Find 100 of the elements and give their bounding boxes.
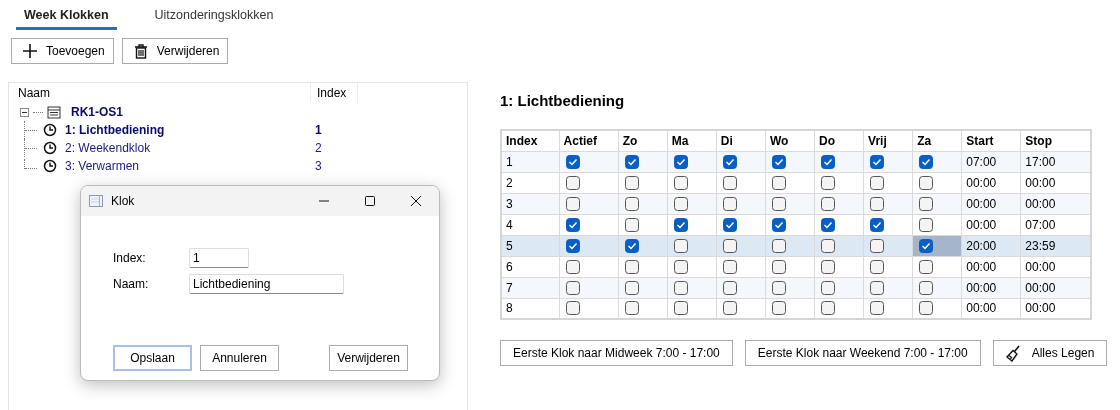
checkbox[interactable] [821,154,835,169]
checkbox[interactable] [624,217,639,232]
input-field[interactable]: Lichtbediening [189,274,344,294]
checkbox[interactable] [919,217,934,232]
checkbox[interactable] [673,196,688,211]
column-header: Ma [667,130,717,151]
checkbox[interactable] [821,238,835,253]
checkbox[interactable] [919,154,934,169]
table-cell: 00:00 [961,256,1021,277]
checkbox[interactable] [624,259,639,274]
checkbox[interactable] [821,301,835,316]
tab[interactable]: Uitzonderingsklokken [146,6,282,30]
checkbox[interactable] [919,238,934,253]
checkbox[interactable] [673,259,688,274]
checkbox[interactable] [919,280,934,295]
column-header: Wo [765,130,815,151]
checkbox[interactable] [722,196,737,211]
checkbox[interactable] [771,280,786,295]
preset-button[interactable]: Eerste Klok naar Weekend 7:00 - 17:00 [744,340,981,366]
checkbox[interactable] [673,154,688,169]
checkbox[interactable] [673,175,688,190]
input-field[interactable]: 1 [189,248,249,268]
checkbox[interactable] [565,280,580,295]
tree-item[interactable]: 2: Weekendklok [65,141,151,155]
dialog-button[interactable]: Verwijderen [329,345,408,371]
column-header: Index [501,130,560,151]
checkbox[interactable] [624,301,639,316]
column-header: Start [961,130,1021,151]
checkbox[interactable] [722,259,737,274]
tree-node[interactable]: RK1-OS1 [71,105,123,119]
checkbox[interactable] [771,301,786,316]
checkbox[interactable] [771,196,786,211]
checkbox[interactable] [624,196,639,211]
checkbox[interactable] [565,175,580,190]
checkbox[interactable] [870,259,885,274]
checkbox[interactable] [722,154,737,169]
checkbox[interactable] [870,238,885,253]
checkbox[interactable] [722,217,737,232]
checkbox[interactable] [919,196,934,211]
dialog-button[interactable]: Annuleren [200,345,279,371]
checkbox[interactable] [771,154,786,169]
checkbox[interactable] [870,196,885,211]
checkbox[interactable] [624,154,639,169]
checkbox[interactable] [565,217,580,232]
maximize-icon[interactable] [364,195,376,207]
checkbox[interactable] [722,280,737,295]
checkbox[interactable] [870,175,885,190]
checkbox[interactable] [870,217,885,232]
add-button[interactable]: Toevoegen [11,38,114,64]
checkbox[interactable] [771,217,786,232]
checkbox[interactable] [821,175,835,190]
checkbox[interactable] [919,175,934,190]
clear-all-button[interactable]: Alles Legen [992,340,1108,366]
checkbox[interactable] [870,154,885,169]
preset-button[interactable]: Eerste Klok naar Midweek 7:00 - 17:00 [500,340,733,366]
checkbox[interactable] [673,238,688,253]
field-label: Naam: [113,277,150,291]
checkbox[interactable] [919,259,934,274]
table-cell: 6 [501,256,560,277]
checkbox[interactable] [821,217,835,232]
checkbox[interactable] [870,301,885,316]
dialog-button[interactable]: Opslaan [113,345,192,371]
column-header: Di [716,130,766,151]
checkbox[interactable] [919,301,934,316]
table-cell: 00:00 [961,172,1021,193]
checkbox[interactable] [673,301,688,316]
checkbox[interactable] [771,259,786,274]
checkbox[interactable] [722,301,737,316]
collapse-icon[interactable] [20,107,29,117]
tree-item[interactable]: 3: Verwarmen [65,159,140,173]
checkbox[interactable] [565,196,580,211]
checkbox[interactable] [673,280,688,295]
table-cell: 7 [501,277,560,298]
checkbox[interactable] [771,175,786,190]
checkbox[interactable] [821,196,835,211]
index-text: 3 [314,159,322,173]
trash-icon [132,42,149,60]
column-header: Do [814,130,864,151]
checkbox[interactable] [673,217,688,232]
checkbox[interactable] [624,175,639,190]
checkbox[interactable] [565,154,580,169]
schedule-title: 1: Lichtbediening [500,92,626,109]
checkbox[interactable] [565,238,580,253]
table-cell: 5 [501,235,560,256]
delete-button[interactable]: Verwijderen [121,38,229,64]
table-cell: 3 [501,193,560,214]
checkbox[interactable] [722,238,737,253]
checkbox[interactable] [771,238,786,253]
checkbox[interactable] [821,280,835,295]
close-icon[interactable] [410,195,422,207]
table-cell: 2 [501,172,560,193]
checkbox[interactable] [722,175,737,190]
checkbox[interactable] [821,259,835,274]
checkbox[interactable] [565,259,580,274]
tab[interactable]: Week Klokken [16,6,117,30]
checkbox[interactable] [565,301,580,316]
checkbox[interactable] [624,238,639,253]
tree-item[interactable]: 1: Lichtbediening [65,123,165,137]
checkbox[interactable] [870,280,885,295]
checkbox[interactable] [624,280,639,295]
